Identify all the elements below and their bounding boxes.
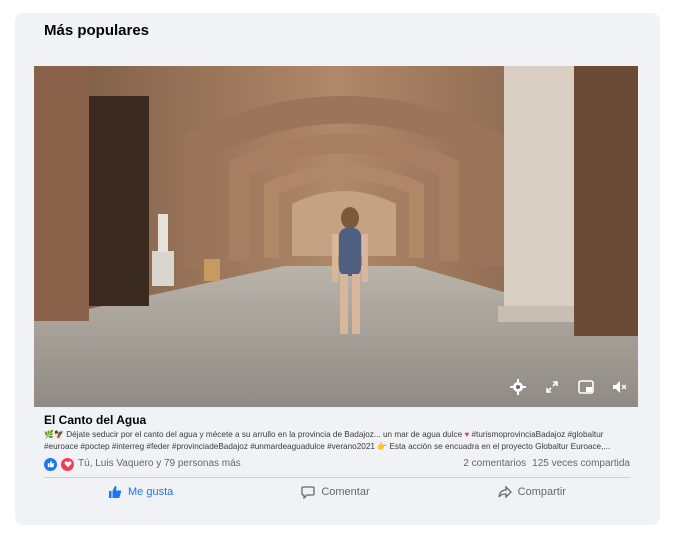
picture-in-picture-icon[interactable]	[576, 377, 596, 397]
post-description: 🌿🦅 Déjate seducir por el canto del agua …	[44, 429, 644, 453]
divider	[44, 477, 630, 478]
pointing-hand-emoji-icon: 👉	[377, 441, 388, 451]
description-line-1: Déjate seducir por el canto del agua y m…	[66, 430, 463, 439]
like-reaction-icon	[44, 457, 57, 471]
heart-emoji-icon: ♥	[464, 430, 470, 439]
video-player[interactable]	[34, 66, 638, 407]
comment-icon	[301, 486, 315, 499]
description-hashtags-2[interactable]: #euroace #poctep #interreg #feder #provi…	[44, 442, 375, 451]
fullscreen-icon[interactable]	[542, 377, 562, 397]
post-title[interactable]: El Canto del Agua	[44, 412, 544, 428]
thumbs-up-icon	[109, 486, 122, 498]
post-actions: Me gusta Comentar Compartir	[44, 480, 630, 504]
plant-emoji-icon: 🌿🦅	[44, 430, 64, 439]
share-label: Compartir	[517, 486, 566, 498]
description-hashtags-1[interactable]: #turismoprovinciaBadajoz #globaltur	[471, 430, 603, 439]
gear-icon[interactable]	[508, 377, 528, 397]
comment-label: Comentar	[321, 486, 370, 498]
muted-speaker-icon[interactable]	[610, 377, 630, 397]
popular-post-card: Más populares El Canto del Agua 🌿🦅 Déjat…	[15, 13, 660, 525]
shares-count[interactable]: 125 veces compartida	[532, 456, 630, 472]
reactors-text[interactable]: Tú, Luis Vaquero y 79 personas más	[78, 456, 241, 472]
love-reaction-icon	[61, 457, 74, 471]
post-stats: Tú, Luis Vaquero y 79 personas más 2 com…	[44, 456, 630, 472]
like-label: Me gusta	[128, 486, 174, 498]
description-line-2[interactable]: Esta acción se encuadra en el proyecto G…	[389, 442, 610, 451]
comments-count[interactable]: 2 comentarios	[463, 456, 526, 472]
comment-button[interactable]: Comentar	[261, 483, 409, 501]
video-controls	[508, 375, 630, 399]
video-frame	[34, 66, 638, 407]
share-arrow-icon	[498, 485, 512, 499]
section-title: Más populares	[44, 22, 150, 39]
like-button[interactable]: Me gusta	[68, 483, 213, 501]
share-button[interactable]: Compartir	[458, 483, 606, 501]
reactions-summary[interactable]: Tú, Luis Vaquero y 79 personas más	[44, 456, 241, 472]
